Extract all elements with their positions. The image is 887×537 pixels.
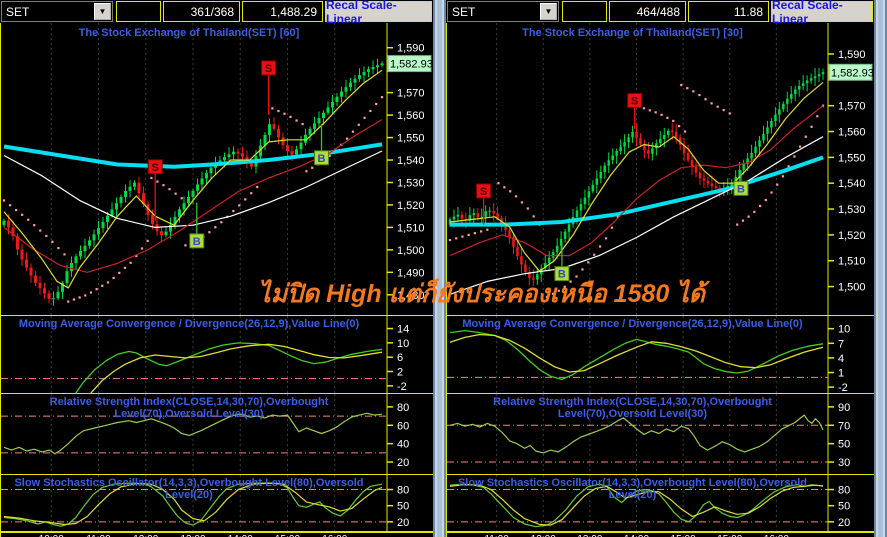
toolbar-right: SET ▼ 464/488 11.88 Recal Scale-Linear <box>446 0 874 26</box>
svg-text:1,520: 1,520 <box>397 200 425 212</box>
svg-text:1: 1 <box>838 368 844 380</box>
svg-text:4: 4 <box>838 353 844 365</box>
price-value-field: 1,488.29 <box>242 1 323 22</box>
svg-text:1,530: 1,530 <box>397 177 425 189</box>
price-chart[interactable]: S B S B 1,590 1,570 1,560 1,550 1,540 1,530 1,520 1… <box>1 23 433 315</box>
recal-scale-button[interactable]: Recal Scale-Linear <box>771 0 873 26</box>
svg-text:50: 50 <box>838 501 850 513</box>
toolbar-left: SET ▼ 361/368 1,488.29 Recal Scale-Linea… <box>0 0 433 26</box>
svg-text:30: 30 <box>838 457 850 469</box>
svg-text:1,540: 1,540 <box>397 155 425 167</box>
svg-text:B: B <box>193 236 201 248</box>
macd-panel[interactable]: 14 10 6 2 -2 Moving Average Convergence / Di… <box>1 315 433 393</box>
svg-text:S: S <box>480 186 487 198</box>
time-axis: 11:0012:0013:0014:0015:0015:0016:00 <box>447 531 874 537</box>
price-chart[interactable]: S B S B 1,590 1,570 1,560 1,550 1,540 1,530 1,520 1… <box>447 23 874 315</box>
chart-panel-left: SET ▼ 361/368 1,488.29 Recal Scale-Linea… <box>0 0 433 537</box>
svg-text:1,560: 1,560 <box>397 110 425 122</box>
recal-scale-button[interactable]: Recal Scale-Linear <box>325 0 432 26</box>
svg-text:-2: -2 <box>838 382 848 393</box>
svg-text:1,510: 1,510 <box>838 256 866 268</box>
svg-text:2: 2 <box>397 367 403 379</box>
svg-text:7: 7 <box>838 338 844 350</box>
svg-text:20: 20 <box>838 517 850 529</box>
symbol-select[interactable]: SET ▼ <box>447 1 559 22</box>
svg-text:1,570: 1,570 <box>838 101 866 113</box>
rsi-panel[interactable]: 90 70 50 30 Relative Strength Index(CLOSE,1… <box>447 393 874 474</box>
svg-text:20: 20 <box>397 457 409 469</box>
svg-text:80: 80 <box>838 485 850 497</box>
symbol-value: SET <box>452 4 476 19</box>
bar-count-field: 361/368 <box>163 1 240 22</box>
symbol-value: SET <box>6 4 30 19</box>
price-value-field: 11.88 <box>688 1 769 22</box>
svg-text:1,582.93: 1,582.93 <box>390 59 433 71</box>
svg-text:6: 6 <box>397 352 403 364</box>
stochastics-panel[interactable]: 80 50 20 Slow Stochastics Oscillator(14,3,… <box>447 474 874 531</box>
svg-text:1,590: 1,590 <box>838 49 866 61</box>
svg-text:1,500: 1,500 <box>397 245 425 257</box>
svg-text:1,490: 1,490 <box>397 267 425 279</box>
svg-text:14: 14 <box>397 324 409 336</box>
svg-text:1,560: 1,560 <box>838 127 866 139</box>
svg-text:50: 50 <box>838 439 850 451</box>
rsi-panel[interactable]: 80 60 40 20 Relative Strength Index(CLOSE,1… <box>1 393 433 474</box>
toolbar-field-empty <box>116 1 161 22</box>
svg-text:1,550: 1,550 <box>838 152 866 164</box>
svg-text:70: 70 <box>838 420 850 432</box>
svg-text:1,582.93: 1,582.93 <box>831 67 874 79</box>
bar-count-field: 464/488 <box>609 1 686 22</box>
svg-text:1,510: 1,510 <box>397 222 425 234</box>
svg-text:1,530: 1,530 <box>838 204 866 216</box>
svg-text:S: S <box>152 162 159 174</box>
svg-text:1,520: 1,520 <box>838 230 866 242</box>
chart-stack-right: S B S B 1,590 1,570 1,560 1,550 1,540 1,530 1,520 1… <box>446 23 874 537</box>
stochastics-panel[interactable]: 80 50 20 Slow Stochastics Oscillator(14,3,… <box>1 474 433 531</box>
svg-text:1,540: 1,540 <box>838 178 866 190</box>
macd-panel[interactable]: 10 7 4 1 -2 Moving Average Convergence / Div… <box>447 315 874 393</box>
svg-text:10: 10 <box>397 338 409 350</box>
svg-text:-2: -2 <box>397 381 407 393</box>
svg-text:80: 80 <box>397 402 409 414</box>
panel-splitter[interactable] <box>433 0 446 537</box>
svg-text:40: 40 <box>397 439 409 451</box>
charting-app: SET ▼ 361/368 1,488.29 Recal Scale-Linea… <box>0 0 887 537</box>
svg-text:1,550: 1,550 <box>397 133 425 145</box>
symbol-select[interactable]: SET ▼ <box>1 1 113 22</box>
svg-text:90: 90 <box>838 402 850 414</box>
svg-text:B: B <box>558 269 566 281</box>
svg-text:60: 60 <box>397 420 409 432</box>
svg-text:S: S <box>265 63 272 75</box>
svg-text:1,590: 1,590 <box>397 43 425 55</box>
chart-stack-left: S B S B 1,590 1,570 1,560 1,550 1,540 1,530 1,520 1… <box>0 23 433 537</box>
chart-panel-right: SET ▼ 464/488 11.88 Recal Scale-Linear S… <box>446 0 874 537</box>
svg-text:B: B <box>318 153 326 165</box>
toolbar-field-empty <box>562 1 607 22</box>
chevron-down-icon[interactable]: ▼ <box>540 3 557 20</box>
svg-text:S: S <box>631 96 638 108</box>
vertical-scrollbar[interactable] <box>874 0 887 537</box>
svg-text:50: 50 <box>397 501 409 513</box>
svg-text:1,480: 1,480 <box>397 290 425 302</box>
svg-text:1,500: 1,500 <box>838 282 866 294</box>
svg-text:80: 80 <box>397 485 409 497</box>
svg-text:B: B <box>737 183 745 195</box>
chevron-down-icon[interactable]: ▼ <box>94 3 111 20</box>
svg-text:10: 10 <box>838 324 850 336</box>
svg-text:20: 20 <box>397 517 409 529</box>
time-axis: 10:0011:0012:0013:0014:0015:0016:00 <box>1 531 433 537</box>
svg-text:1,570: 1,570 <box>397 88 425 100</box>
